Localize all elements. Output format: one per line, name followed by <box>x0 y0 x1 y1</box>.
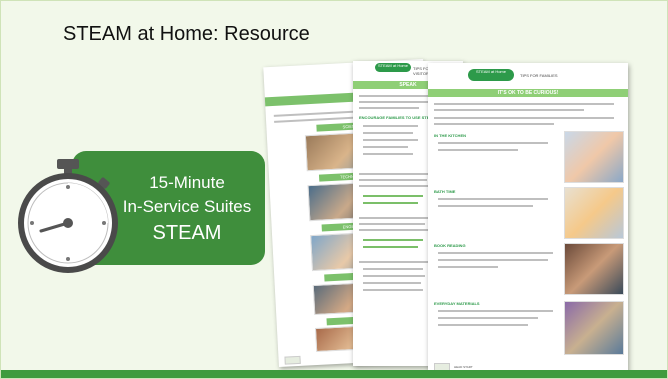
badge-text: 15-Minute In-Service Suites STEAM <box>117 171 257 245</box>
badge-line-2: In-Service Suites <box>122 197 252 216</box>
text-line <box>359 223 425 225</box>
text-line <box>359 229 429 231</box>
text-line <box>363 239 423 241</box>
slide-title: STEAM at Home: Resource <box>63 23 310 45</box>
text-line <box>363 246 418 248</box>
text-line <box>363 268 423 270</box>
text-line <box>438 142 548 144</box>
doc-tab-label: TIPS FOR FAMILIES <box>520 73 558 78</box>
in-service-suites-badge: 15-Minute In-Service Suites STEAM <box>17 151 267 273</box>
text-line <box>363 282 421 284</box>
text-line <box>438 149 518 151</box>
text-line <box>438 252 553 254</box>
text-line <box>359 173 429 175</box>
everyday-materials-photo <box>564 301 624 355</box>
steam-at-home-logo: STEAM at Home <box>468 69 514 81</box>
text-line <box>363 153 413 155</box>
bath-time-photo <box>564 187 624 239</box>
text-line <box>434 117 614 119</box>
text-line <box>363 125 418 127</box>
text-line <box>434 103 614 105</box>
footer-label: HEAD START <box>454 365 473 369</box>
text-line <box>359 185 429 187</box>
doc-subheading: ENCOURAGE FAMILIES TO USE STEAM <box>359 115 436 120</box>
text-line <box>434 109 584 111</box>
section-heading: IN THE KITCHEN <box>434 133 466 138</box>
text-line <box>363 132 413 134</box>
text-line <box>363 195 423 197</box>
text-line <box>438 317 538 319</box>
text-line <box>359 101 429 103</box>
book-reading-photo <box>564 243 624 295</box>
stopwatch-icon <box>18 159 118 273</box>
text-line <box>363 146 408 148</box>
text-line <box>438 266 498 268</box>
text-line <box>438 259 548 261</box>
section-heading: BATH TIME <box>434 189 456 194</box>
text-line <box>438 205 533 207</box>
head-start-logo <box>284 355 301 365</box>
text-line <box>359 107 419 109</box>
slide: STEAM at Home: Resource 15-Minute In-Ser… <box>0 0 668 379</box>
text-line <box>359 95 429 97</box>
section-heading: BOOK READING <box>434 243 466 248</box>
text-line <box>438 310 553 312</box>
badge-line-1: 15-Minute <box>149 173 225 192</box>
text-line <box>438 324 528 326</box>
text-line <box>438 198 548 200</box>
text-line <box>434 123 554 125</box>
text-line <box>363 275 425 277</box>
text-line <box>363 202 418 204</box>
bottom-accent-bar <box>1 370 667 378</box>
badge-line-3: STEAM <box>152 222 222 244</box>
doc-heading: IT'S OK TO BE CURIOUS! <box>428 89 628 97</box>
text-line <box>359 217 429 219</box>
section-heading: EVERYDAY MATERIALS <box>434 301 480 306</box>
text-line <box>363 139 418 141</box>
text-line <box>363 289 423 291</box>
text-line <box>359 261 429 263</box>
kitchen-photo <box>564 131 624 183</box>
text-line <box>359 179 427 181</box>
steam-at-home-logo: STEAM at Home <box>375 63 411 72</box>
resource-document-front: STEAM at Home TIPS FOR FAMILIES IT'S OK … <box>428 63 628 377</box>
